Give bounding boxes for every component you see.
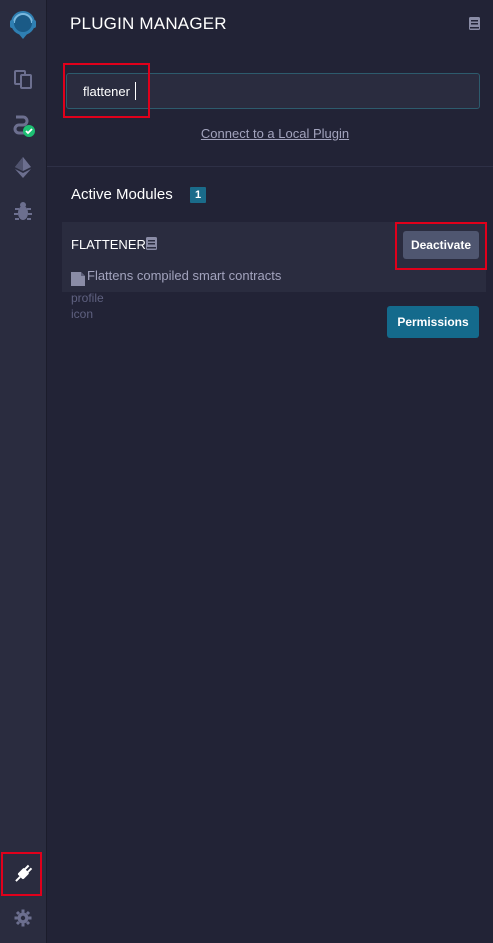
connect-local-plugin-link[interactable]: Connect to a Local Plugin [47, 126, 493, 141]
plugin-search-input[interactable] [66, 73, 480, 109]
active-modules-heading: Active Modules [71, 186, 173, 203]
plugin-manager-panel: PLUGIN MANAGER Connect to a Local Plugin… [47, 0, 493, 943]
book-icon[interactable] [469, 17, 480, 35]
plugin-description: Flattens compiled smart contracts [87, 268, 282, 283]
icon-panel: flattener [0, 0, 47, 943]
text-caret [135, 82, 136, 100]
remix-logo-icon[interactable] [0, 6, 46, 44]
profile-alt-text-line2: icon [71, 307, 94, 321]
file-explorer-icon[interactable] [0, 63, 46, 93]
page-title: PLUGIN MANAGER [70, 14, 227, 33]
solidity-compiler-icon[interactable] [0, 111, 46, 141]
deploy-run-icon[interactable] [0, 152, 46, 182]
deactivate-button[interactable]: Deactivate [403, 231, 479, 259]
plugin-name: FLATTENER [71, 237, 146, 252]
permissions-button[interactable]: Permissions [387, 306, 479, 338]
debugger-icon[interactable] [0, 196, 46, 226]
profile-alt-text-line1: profile [71, 291, 104, 305]
profile-icon-broken-image: profile icon [71, 272, 104, 322]
book-icon[interactable] [146, 237, 157, 255]
remix-ide: flattener PLUGIN MANAGER [0, 0, 493, 943]
active-modules-count-badge: 1 [190, 187, 206, 203]
plug-icon[interactable] [0, 853, 46, 895]
gear-icon[interactable] [0, 906, 46, 930]
divider [47, 166, 493, 167]
broken-image-icon [71, 272, 104, 290]
